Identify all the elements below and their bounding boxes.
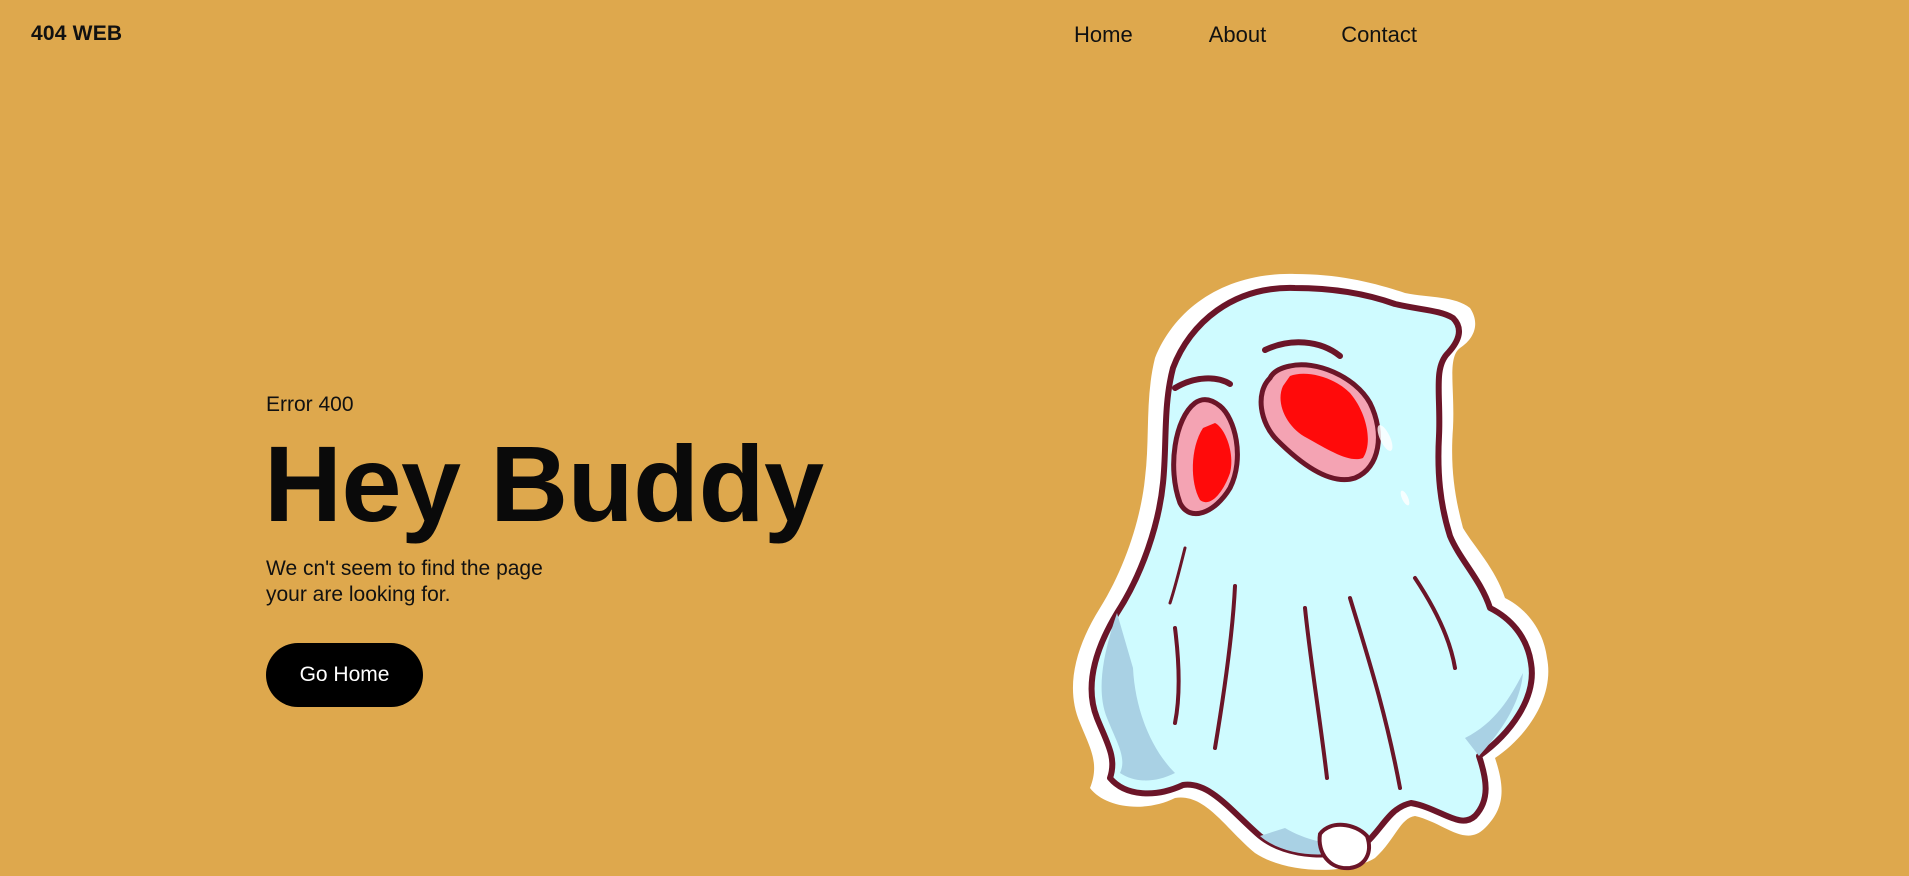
error-message: We cn't seem to find the page your are l…	[266, 556, 566, 608]
nav-link-home[interactable]: Home	[1074, 22, 1133, 48]
error-message-line-2: your are looking for.	[266, 583, 451, 606]
nav-link-contact[interactable]: Contact	[1341, 22, 1417, 48]
top-navigation: Home About Contact	[1074, 22, 1417, 48]
go-home-button[interactable]: Go Home	[266, 643, 423, 707]
nav-link-about[interactable]: About	[1209, 22, 1267, 48]
error-code: Error 400	[266, 393, 354, 416]
error-message-line-1: We cn't seem to find the page	[266, 557, 543, 580]
site-logo[interactable]: 404 WEB	[31, 22, 122, 46]
ghost-icon	[1072, 273, 1549, 871]
hero-section: Error 400 Hey Buddy We cn't seem to find…	[264, 393, 824, 707]
page-headline: Hey Buddy	[264, 423, 824, 544]
